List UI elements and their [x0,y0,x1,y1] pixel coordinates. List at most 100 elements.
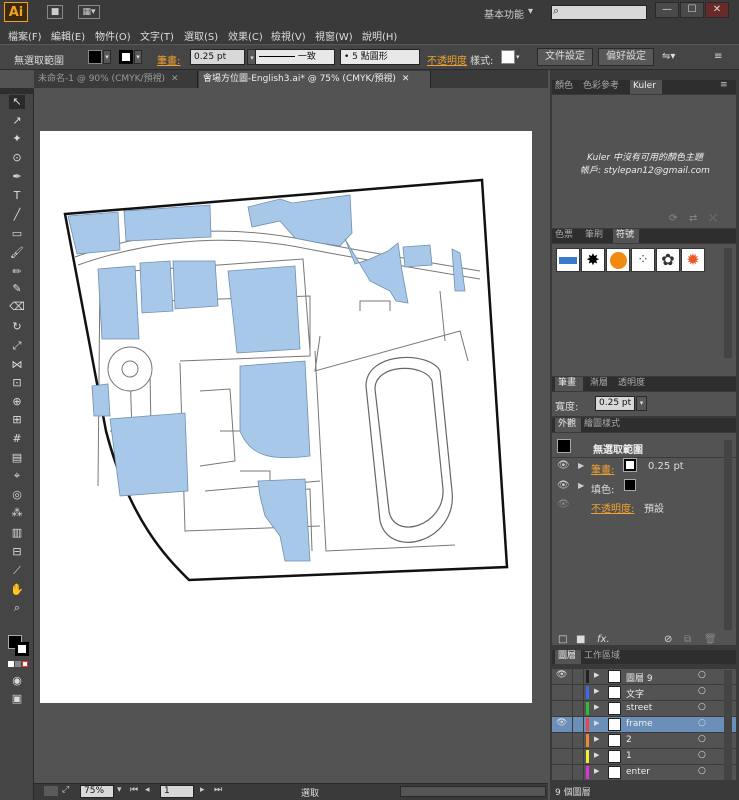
layer-name[interactable]: 1 [626,751,632,761]
pen-tool-icon[interactable]: ✒ [9,170,25,184]
visibility-eye-icon[interactable]: 👁 [556,702,567,712]
stroke-dropdown[interactable]: ▾ [134,50,142,64]
scale-tool-icon[interactable]: ⤢ [9,339,25,353]
appearance-scrollbar[interactable] [724,440,732,630]
gradient-mode-icon[interactable] [15,661,21,667]
slice-tool-icon[interactable]: ⟋ [9,564,25,578]
eye-icon[interactable]: 👁 [557,480,570,491]
fill-swatch[interactable] [88,50,102,64]
stroke-color-box[interactable] [15,642,29,656]
delete-item-icon[interactable]: 🗑 [704,634,717,645]
arrange-documents-icon[interactable]: ▦▾ [78,5,100,19]
layer-row[interactable]: 👁 ▶ frame ○ [552,717,736,733]
minimize-button[interactable]: — [655,2,679,18]
rotate-tool-icon[interactable]: ↻ [9,320,25,334]
expand-arrow-icon[interactable]: ▶ [594,687,599,695]
appearance-opacity-label[interactable]: 不透明度: [591,500,634,515]
visibility-eye-icon[interactable]: 👁 [556,670,567,680]
lock-toggle[interactable] [572,733,584,748]
artboard-tool-icon[interactable]: ⊟ [9,545,25,559]
magic-wand-tool-icon[interactable]: ✦ [9,132,25,146]
lasso-tool-icon[interactable]: ⊙ [9,151,25,165]
symbol-ink-splat[interactable]: ✸ [581,248,605,272]
menu-edit[interactable]: 編輯(E) [51,28,85,43]
expand-arrow-icon[interactable]: ▶ [594,671,599,679]
tab-map-document[interactable]: 會場方位圖-English3.ai* @ 75% (CMYK/預視) ✕ [199,71,431,88]
direct-selection-tool-icon[interactable]: ↗ [9,114,25,128]
stroke-swatch[interactable] [119,50,133,64]
tab-color-guide[interactable]: 色彩參考 [583,80,629,94]
layers-scrollbar[interactable] [724,670,732,780]
tab-graphic-styles[interactable]: 繪圖樣式 [584,418,630,432]
variable-width-profile[interactable]: 一致 [255,49,335,65]
last-artboard-icon[interactable]: ⏭ [214,785,222,795]
layer-row[interactable]: 👁 ▶ 1 ○ [552,749,736,765]
rectangle-tool-icon[interactable]: ▭ [9,227,25,241]
add-stroke-icon[interactable]: □ [558,634,567,645]
layer-row[interactable]: 👁 ▶ 圖層 9 ○ [552,669,736,685]
mesh-tool-icon[interactable]: # [9,432,25,446]
tab-transparency[interactable]: 透明度 [618,377,652,391]
color-mode-icon[interactable] [8,661,14,667]
eraser-tool-icon[interactable]: ⌫ [9,300,25,314]
expand-arrow-icon[interactable]: ▶ [594,767,599,775]
eye-icon[interactable]: 👁 [557,460,570,471]
visibility-eye-icon[interactable]: 👁 [556,766,567,776]
type-tool-icon[interactable]: T [9,189,25,203]
symbol-dotted-frame[interactable]: ⁘ [631,248,655,272]
visibility-eye-icon[interactable]: 👁 [556,750,567,760]
tab-symbols[interactable]: 符號 [613,229,639,243]
add-effect-button[interactable]: fx. [597,634,610,645]
arrange-icon[interactable]: ⇋▾ [662,51,675,62]
expand-arrow-icon[interactable]: ▶ [594,703,599,711]
zoom-out-icon[interactable] [44,786,58,796]
horizontal-scrollbar[interactable] [400,786,546,797]
layer-row[interactable]: 👁 ▶ enter ○ [552,765,736,781]
menu-help[interactable]: 說明(H) [362,28,397,43]
lock-toggle[interactable] [572,765,584,780]
target-icon[interactable]: ○ [698,686,706,696]
expand-arrow-icon[interactable]: ▶ [594,719,599,727]
visibility-eye-icon[interactable]: 👁 [556,686,567,696]
tab-layers[interactable]: 圖層 [555,650,581,664]
opacity-label[interactable]: 不透明度 [427,52,467,67]
appearance-stroke-label[interactable]: 筆畫: [591,461,614,476]
style-dropdown[interactable]: ▾ [516,50,525,64]
next-artboard-icon[interactable]: ▸ [200,785,205,795]
appearance-stroke-swatch[interactable] [623,458,637,472]
lock-toggle[interactable] [572,749,584,764]
stroke-weight-label[interactable]: 筆畫: [157,52,180,67]
expand-arrow-icon[interactable]: ▶ [594,735,599,743]
layer-name[interactable]: 圖層 9 [626,671,653,684]
brush-definition[interactable]: • 5 點圓形 [340,49,420,65]
zoom-dropdown-icon[interactable]: ▾ [117,785,122,795]
layer-name[interactable]: enter [626,767,650,777]
pencil-tool-icon[interactable]: ✏ [9,265,25,279]
column-graph-tool-icon[interactable]: ▥ [9,526,25,540]
eyedropper-tool-icon[interactable]: ⌖ [9,469,25,483]
prev-artboard-icon[interactable]: ◂ [145,785,150,795]
symbol-wreath[interactable]: ✿ [656,248,680,272]
target-icon[interactable]: ○ [698,670,706,680]
target-icon[interactable]: ○ [698,734,706,744]
screen-mode-icon[interactable]: ▣ [9,692,25,706]
blend-tool-icon[interactable]: ◎ [9,488,25,502]
paintbrush-tool-icon[interactable]: 🖌 [9,246,25,260]
layer-row[interactable]: 👁 ▶ 文字 ○ [552,685,736,701]
weight-input[interactable]: 0.25 pt [595,396,635,411]
none-mode-icon[interactable] [22,661,28,667]
layer-name[interactable]: 文字 [626,687,644,700]
appearance-fill-swatch[interactable] [624,479,636,491]
workspace-switcher[interactable]: 基本功能 [484,6,524,21]
graphic-style-swatch[interactable] [501,50,515,64]
tab-gradient[interactable]: 漸層 [590,377,616,391]
free-transform-tool-icon[interactable]: ⊡ [9,376,25,390]
menu-select[interactable]: 選取(S) [184,28,218,43]
eye-icon[interactable]: 👁 [557,499,570,510]
visibility-eye-icon[interactable]: 👁 [556,718,567,728]
lock-toggle[interactable] [572,669,584,684]
blob-brush-tool-icon[interactable]: ✎ [9,282,25,296]
menu-view[interactable]: 檢視(V) [271,28,306,43]
symbol-blue-banner[interactable] [556,248,580,272]
symbols-scrollbar[interactable] [724,248,732,358]
